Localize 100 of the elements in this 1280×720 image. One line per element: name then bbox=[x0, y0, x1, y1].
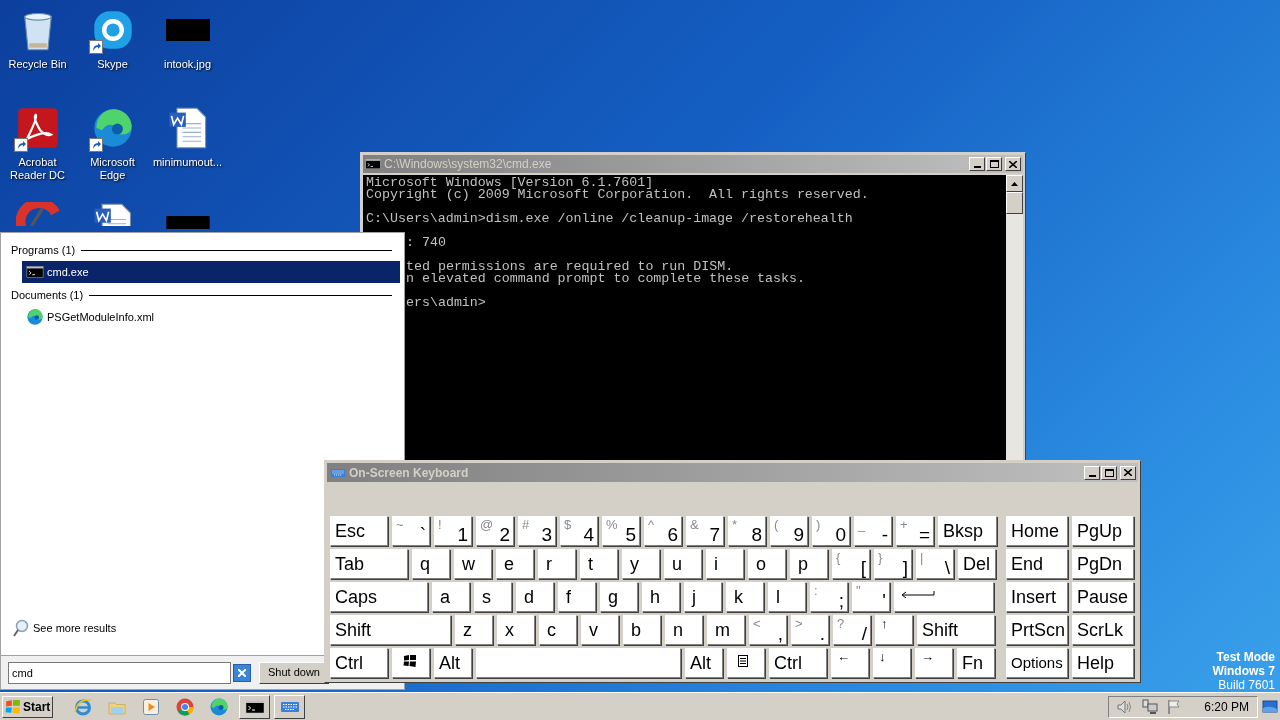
keyboard-key[interactable]: y bbox=[622, 549, 660, 579]
keyboard-key[interactable]: s bbox=[474, 582, 512, 612]
keyboard-key[interactable]: i bbox=[706, 549, 744, 579]
keyboard-key[interactable]: Help bbox=[1072, 648, 1134, 678]
keyboard-key[interactable]: : ; bbox=[810, 582, 848, 612]
scrollbar[interactable] bbox=[1006, 175, 1023, 461]
keyboard-key[interactable]: d bbox=[516, 582, 554, 612]
close-button[interactable] bbox=[1005, 157, 1021, 171]
keyboard-key[interactable]: @ 2 bbox=[476, 516, 514, 546]
keyboard-key[interactable]: ! 1 bbox=[434, 516, 472, 546]
keyboard-key[interactable]: { [ bbox=[832, 549, 870, 579]
keyboard-key[interactable]: > . bbox=[791, 615, 829, 645]
show-desktop-icon[interactable] bbox=[1262, 698, 1278, 715]
keyboard-key[interactable]: < , bbox=[749, 615, 787, 645]
keyboard-key[interactable]: } ] bbox=[874, 549, 912, 579]
clock[interactable]: 6:20 PM bbox=[1204, 697, 1249, 716]
keyboard-key[interactable]: r bbox=[538, 549, 576, 579]
keyboard-key[interactable]: k bbox=[726, 582, 764, 612]
keyboard-key[interactable]: u bbox=[664, 549, 702, 579]
keyboard-key[interactable]: p bbox=[790, 549, 828, 579]
keyboard-key[interactable]: * 8 bbox=[728, 516, 766, 546]
minimize-button[interactable] bbox=[1084, 465, 1100, 480]
desktop-icon-label[interactable]: Microsoft Edge bbox=[75, 156, 150, 182]
keyboard-key[interactable]: ↓ bbox=[873, 648, 911, 678]
keyboard-key[interactable]: Pause bbox=[1072, 582, 1134, 612]
maximize-button[interactable] bbox=[986, 157, 1002, 171]
keyboard-key[interactable]: ~ ` bbox=[392, 516, 430, 546]
keyboard-key[interactable]: Alt bbox=[685, 648, 723, 678]
maximize-button[interactable] bbox=[1101, 465, 1117, 480]
keyboard-key[interactable]: & 7 bbox=[686, 516, 724, 546]
keyboard-key[interactable]: PgDn bbox=[1072, 549, 1134, 579]
desktop-icon-label[interactable]: Recycle Bin bbox=[7, 58, 68, 71]
keyboard-key[interactable]: ↑ bbox=[875, 615, 913, 645]
keyboard-key[interactable]: + = bbox=[896, 516, 934, 546]
enter-key[interactable] bbox=[894, 582, 994, 612]
keyboard-key[interactable]: q bbox=[412, 549, 450, 579]
keyboard-key[interactable]: ^ 6 bbox=[644, 516, 682, 546]
start-button[interactable]: Start bbox=[2, 695, 54, 718]
keyboard-key[interactable]: l bbox=[768, 582, 806, 612]
keyboard-key[interactable]: a bbox=[432, 582, 470, 612]
keyboard-key[interactable]: Ctrl bbox=[330, 648, 388, 678]
keyboard-key[interactable]: Tab bbox=[330, 549, 408, 579]
keyboard-key[interactable]: Options bbox=[1006, 648, 1068, 678]
keyboard-key[interactable]: ScrLk bbox=[1072, 615, 1134, 645]
desktop-icon-label[interactable]: minimumout... bbox=[151, 156, 224, 169]
keyboard-key[interactable]: ← bbox=[831, 648, 869, 678]
clear-search-button[interactable] bbox=[233, 663, 251, 682]
keyboard-key[interactable]: PrtScn bbox=[1006, 615, 1068, 645]
search-result-item[interactable]: cmd.exe bbox=[22, 261, 400, 283]
keyboard-key[interactable]: # 3 bbox=[518, 516, 556, 546]
keyboard-key[interactable]: Alt bbox=[434, 648, 472, 678]
taskbar-app-button[interactable] bbox=[274, 694, 306, 719]
keyboard-key[interactable]: h bbox=[642, 582, 680, 612]
keyboard-key[interactable]: $ 4 bbox=[560, 516, 598, 546]
shut-down-button[interactable]: Shut down bbox=[259, 661, 329, 684]
keyboard-key[interactable]: Insert bbox=[1006, 582, 1068, 612]
keyboard-key[interactable]: b bbox=[623, 615, 661, 645]
keyboard-key[interactable]: Fn bbox=[957, 648, 995, 678]
desktop-icon-label[interactable]: intook.jpg bbox=[162, 58, 213, 71]
keyboard-key[interactable]: g bbox=[600, 582, 638, 612]
keyboard-key[interactable]: Ctrl bbox=[769, 648, 827, 678]
keyboard-key[interactable]: w bbox=[454, 549, 492, 579]
keyboard-key[interactable]: Shift bbox=[330, 615, 451, 645]
keyboard-key[interactable]: End bbox=[1006, 549, 1068, 579]
keyboard-key[interactable]: v bbox=[581, 615, 619, 645]
keyboard-key[interactable]: j bbox=[684, 582, 722, 612]
close-button[interactable] bbox=[1120, 465, 1136, 480]
desktop-icon-label[interactable]: Acrobat Reader DC bbox=[0, 156, 75, 182]
keyboard-key[interactable]: e bbox=[496, 549, 534, 579]
keyboard-key[interactable]: c bbox=[539, 615, 577, 645]
space-bar[interactable] bbox=[476, 648, 681, 678]
keyboard-key[interactable]: Bksp bbox=[938, 516, 997, 546]
taskbar-app-button[interactable] bbox=[239, 694, 271, 719]
keyboard-key[interactable]: m bbox=[707, 615, 745, 645]
keyboard-key[interactable]: f bbox=[558, 582, 596, 612]
windows-key[interactable] bbox=[392, 648, 430, 678]
keyboard-key[interactable]: ? / bbox=[833, 615, 871, 645]
keyboard-key[interactable]: Home bbox=[1006, 516, 1068, 546]
see-more-results-link[interactable]: See more results bbox=[33, 619, 117, 637]
keyboard-key[interactable]: Shift bbox=[917, 615, 995, 645]
keyboard-key[interactable]: n bbox=[665, 615, 703, 645]
keyboard-key[interactable]: x bbox=[497, 615, 535, 645]
keyboard-key[interactable]: _ - bbox=[854, 516, 892, 546]
minimize-button[interactable] bbox=[969, 157, 985, 171]
keyboard-key[interactable]: Caps bbox=[330, 582, 428, 612]
keyboard-key[interactable]: " ' bbox=[852, 582, 890, 612]
desktop-icon-label[interactable]: Skype bbox=[96, 58, 129, 71]
keyboard-key[interactable]: t bbox=[580, 549, 618, 579]
search-field[interactable]: cmd bbox=[8, 661, 231, 684]
keyboard-key[interactable]: PgUp bbox=[1072, 516, 1134, 546]
keyboard-key[interactable]: Del bbox=[958, 549, 996, 579]
keyboard-key[interactable]: o bbox=[748, 549, 786, 579]
keyboard-key[interactable]: | \ bbox=[916, 549, 954, 579]
keyboard-key[interactable]: z bbox=[455, 615, 493, 645]
keyboard-key[interactable]: Esc bbox=[330, 516, 388, 546]
search-result-item[interactable]: PSGetModuleInfo.xml bbox=[22, 306, 400, 328]
menu-key[interactable] bbox=[727, 648, 765, 678]
scroll-thumb[interactable] bbox=[1006, 192, 1023, 214]
keyboard-key[interactable]: ) 0 bbox=[812, 516, 850, 546]
keyboard-key[interactable]: % 5 bbox=[602, 516, 640, 546]
